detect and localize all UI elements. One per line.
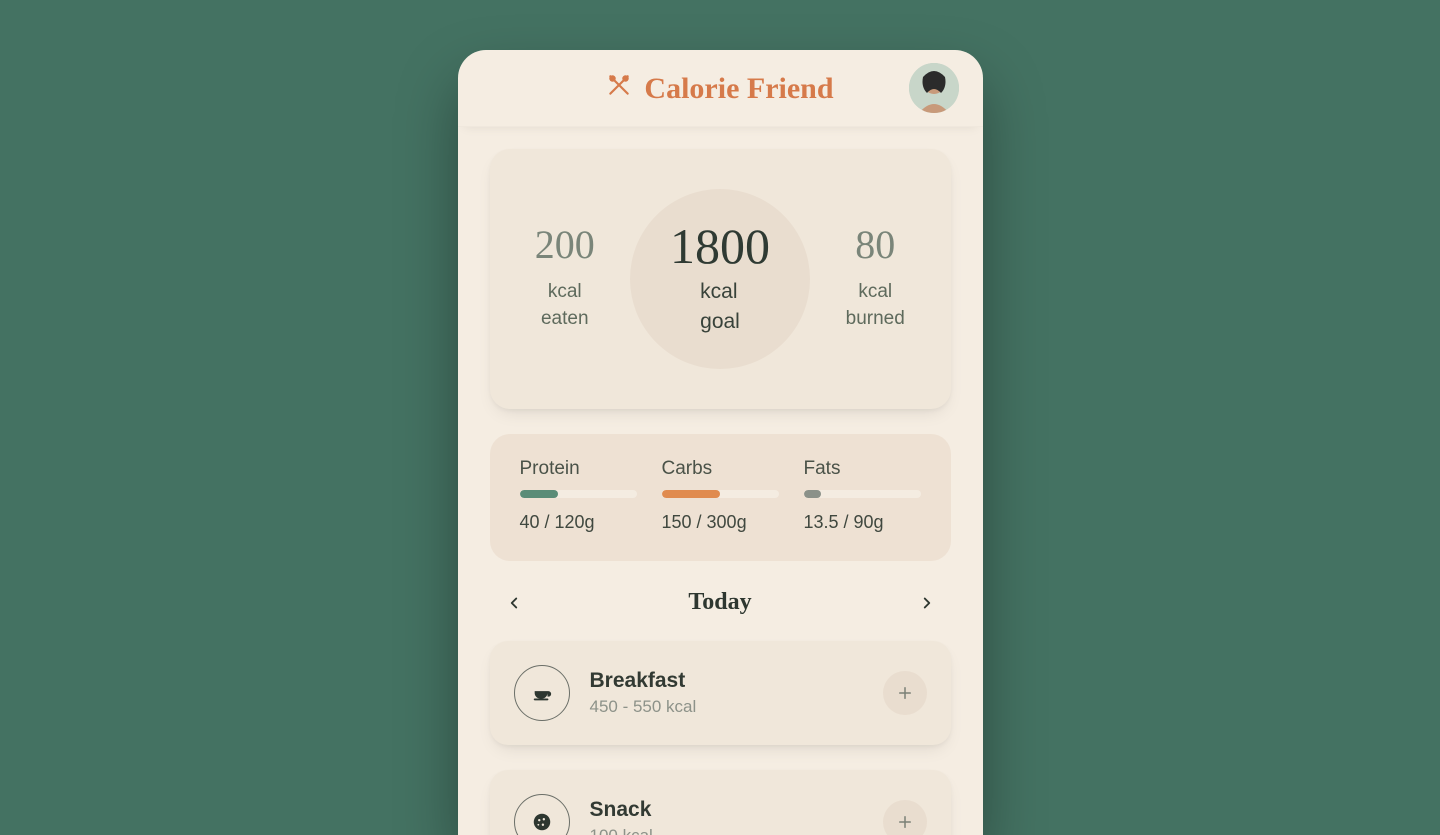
app-title: Calorie Friend — [644, 72, 833, 106]
macro-fats: Fats 13.5 / 90g — [804, 458, 921, 533]
add-breakfast-button[interactable] — [883, 671, 927, 715]
kcal-goal: 1800 kcal goal — [630, 189, 810, 369]
date-label: Today — [688, 589, 751, 616]
main-content: 200 kcal eaten 1800 kcal goal 80 kcal bu… — [458, 127, 983, 835]
plus-icon — [896, 813, 914, 831]
macros-card: Protein 40 / 120g Carbs 150 / 300g Fats … — [490, 434, 951, 561]
macro-fats-name: Fats — [804, 458, 921, 480]
meal-name: Breakfast — [590, 669, 863, 693]
kcal-eaten-value: 200 — [510, 225, 621, 265]
chevron-right-icon — [918, 594, 936, 612]
meal-row-breakfast[interactable]: Breakfast 450 - 550 kcal — [490, 641, 951, 745]
kcal-eaten-label: kcal eaten — [510, 279, 621, 332]
meal-text: Breakfast 450 - 550 kcal — [590, 669, 863, 717]
coffee-icon — [514, 665, 570, 721]
app-title-group: Calorie Friend — [606, 72, 833, 106]
kcal-goal-label: kcal goal — [700, 277, 740, 338]
macro-protein: Protein 40 / 120g — [520, 458, 637, 533]
macro-protein-value: 40 / 120g — [520, 512, 637, 533]
macro-carbs: Carbs 150 / 300g — [662, 458, 779, 533]
macro-fats-fill — [804, 490, 822, 498]
macro-protein-name: Protein — [520, 458, 637, 480]
add-snack-button[interactable] — [883, 800, 927, 835]
app-frame: Calorie Friend 200 kcal eaten 1800 kcal … — [458, 50, 983, 835]
macro-protein-fill — [520, 490, 559, 498]
chevron-left-icon — [505, 594, 523, 612]
avatar[interactable] — [909, 63, 959, 113]
macro-protein-bar — [520, 490, 637, 498]
cookie-icon — [514, 794, 570, 835]
macro-fats-bar — [804, 490, 921, 498]
utensils-icon — [606, 72, 632, 106]
meal-row-snack[interactable]: Snack 100 kcal — [490, 770, 951, 835]
meal-name: Snack — [590, 798, 863, 822]
prev-day-button[interactable] — [502, 591, 526, 615]
next-day-button[interactable] — [915, 591, 939, 615]
date-nav: Today — [490, 589, 951, 616]
kcal-burned-label: kcal burned — [820, 279, 931, 332]
kcal-burned: 80 kcal burned — [820, 225, 931, 332]
meal-text: Snack 100 kcal — [590, 798, 863, 835]
macro-fats-value: 13.5 / 90g — [804, 512, 921, 533]
meal-range: 450 - 550 kcal — [590, 697, 863, 717]
macro-carbs-name: Carbs — [662, 458, 779, 480]
macro-carbs-value: 150 / 300g — [662, 512, 779, 533]
kcal-goal-value: 1800 — [670, 221, 770, 271]
kcal-eaten: 200 kcal eaten — [510, 225, 621, 332]
kcal-burned-value: 80 — [820, 225, 931, 265]
macro-carbs-bar — [662, 490, 779, 498]
app-header: Calorie Friend — [458, 50, 983, 127]
plus-icon — [896, 684, 914, 702]
macro-carbs-fill — [662, 490, 721, 498]
calorie-summary-card: 200 kcal eaten 1800 kcal goal 80 kcal bu… — [490, 149, 951, 409]
meal-range: 100 kcal — [590, 826, 863, 835]
